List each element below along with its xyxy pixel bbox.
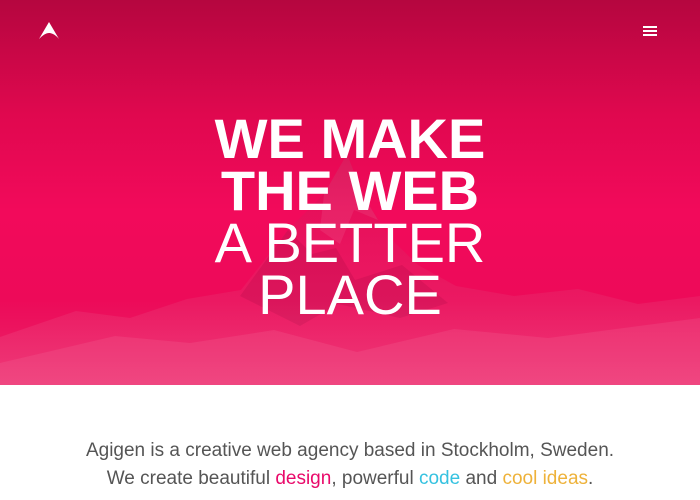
code-highlight: code — [418, 468, 461, 489]
headline-line-2: THE WEB — [220, 159, 480, 223]
intro-line-1: Agigen is a creative web agency based in… — [85, 440, 615, 461]
intro-separator-1: , powerful — [331, 468, 419, 489]
hero-headline: WE MAKE THE WEB A BETTER PLACE — [0, 107, 700, 327]
headline-line-1: WE MAKE — [214, 107, 486, 171]
hamburger-menu-button[interactable] — [639, 22, 661, 40]
intro-line-2-start: We create beautiful — [106, 468, 276, 489]
page: WE MAKE THE WEB A BETTER PLACE Agigen is… — [0, 0, 700, 500]
hero-section: WE MAKE THE WEB A BETTER PLACE — [0, 0, 700, 385]
intro-line-2: We create beautiful design, powerful cod… — [0, 465, 700, 493]
intro-line-2-end: . — [588, 468, 594, 489]
agency-intro: Agigen is a creative web agency based in… — [0, 437, 700, 493]
cool-ideas-highlight: cool ideas — [502, 468, 589, 489]
design-highlight: design — [275, 468, 332, 489]
hamburger-menu-icon — [643, 26, 657, 36]
headline-line-3: A BETTER — [214, 211, 486, 275]
headline-line-4: PLACE — [258, 263, 442, 327]
agigen-logo-icon[interactable] — [37, 20, 61, 42]
intro-separator-2: and — [460, 468, 503, 489]
